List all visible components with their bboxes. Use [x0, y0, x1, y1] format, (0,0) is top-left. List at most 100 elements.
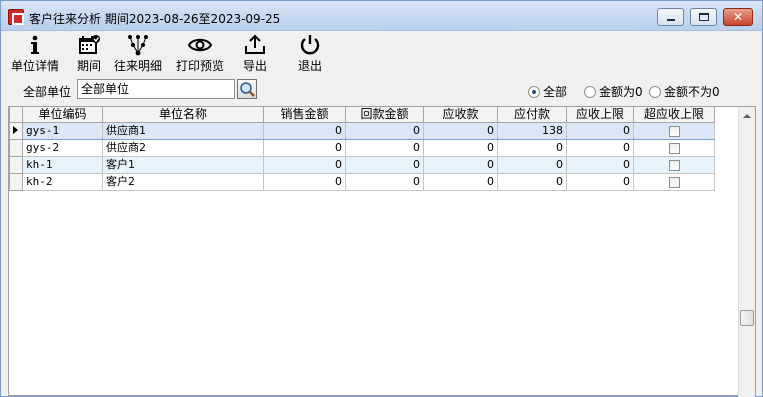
cell-sales[interactable]: 0: [263, 138, 346, 157]
table-row[interactable]: kh-1 客户1 0 0 0 0 0: [9, 155, 715, 174]
close-button[interactable]: ✕: [723, 8, 753, 26]
export-button[interactable]: 导出: [239, 32, 271, 74]
cell-limit[interactable]: 0: [566, 121, 634, 140]
cell-limit[interactable]: 0: [566, 138, 634, 157]
maximize-icon: [699, 13, 709, 21]
cell-name[interactable]: 客户1: [102, 155, 264, 174]
filter-row: 全部单位 全部单位 全部 金额为0 金额不为0: [1, 79, 762, 101]
vertical-scrollbar[interactable]: [738, 107, 755, 397]
table-row[interactable]: gys-2 供应商2 0 0 0 0 0: [9, 138, 715, 157]
cell-name[interactable]: 供应商1: [102, 121, 264, 140]
minimize-icon: [667, 19, 675, 21]
export-icon: [245, 34, 265, 54]
radio-zero-label: 金额为0: [599, 85, 643, 99]
grid-table: 单位编码 单位名称 销售金额 回款金额 应收款 应付款 应收上限 超应收上限 g…: [9, 107, 715, 191]
data-grid[interactable]: 单位编码 单位名称 销售金额 回款金额 应收款 应付款 应收上限 超应收上限 g…: [8, 106, 756, 396]
table-row[interactable]: kh-2 客户2 0 0 0 0 0: [9, 172, 715, 191]
cell-payback[interactable]: 0: [345, 155, 424, 174]
cell-name[interactable]: 客户2: [102, 172, 264, 191]
cell-limit[interactable]: 0: [566, 172, 634, 191]
maximize-button[interactable]: [690, 8, 717, 26]
row-indicator: [9, 172, 23, 191]
unit-details-label: 单位详情: [10, 59, 59, 73]
cell-code[interactable]: gys-2: [22, 138, 103, 157]
column-header[interactable]: 超应收上限: [633, 107, 715, 123]
over-limit-checkbox[interactable]: [668, 176, 680, 188]
scroll-up-icon[interactable]: [743, 114, 751, 118]
cell-payable[interactable]: 0: [497, 155, 567, 174]
cell-limit[interactable]: 0: [566, 155, 634, 174]
column-header[interactable]: 单位名称: [102, 107, 264, 123]
over-limit-checkbox[interactable]: [668, 125, 680, 137]
app-icon: [8, 9, 24, 25]
cell-code[interactable]: kh-1: [22, 155, 103, 174]
cell-code[interactable]: gys-1: [22, 121, 103, 140]
column-header[interactable]: 应收上限: [566, 107, 634, 123]
radio-nonzero-label: 金额不为0: [664, 85, 720, 99]
radio-dot-icon: [528, 86, 540, 98]
over-limit-checkbox[interactable]: [668, 159, 680, 171]
row-indicator: [9, 155, 23, 174]
cell-receivable[interactable]: 0: [423, 121, 498, 140]
column-header[interactable]: 应收款: [423, 107, 498, 123]
cell-payback[interactable]: 0: [345, 138, 424, 157]
scroll-thumb[interactable]: [740, 310, 754, 326]
minimize-button[interactable]: [657, 8, 684, 26]
info-icon: [31, 35, 39, 54]
radio-zero[interactable]: 金额为0: [584, 83, 643, 100]
cell-receivable[interactable]: 0: [423, 138, 498, 157]
cell-over-limit[interactable]: [633, 172, 715, 191]
power-icon: [300, 35, 320, 55]
exit-button[interactable]: 退出: [294, 32, 326, 74]
grid-header: 单位编码 单位名称 销售金额 回款金额 应收款 应付款 应收上限 超应收上限: [9, 107, 715, 123]
current-row-icon: [13, 126, 18, 134]
column-header[interactable]: 应付款: [497, 107, 567, 123]
radio-nonzero[interactable]: 金额不为0: [649, 83, 720, 100]
close-icon: ✕: [733, 10, 744, 24]
row-indicator: [9, 121, 23, 140]
radio-dot-icon: [584, 86, 596, 98]
window-title: 客户往来分析 期间2023-08-26至2023-09-25: [29, 12, 281, 26]
cell-receivable[interactable]: 0: [423, 172, 498, 191]
table-row[interactable]: gys-1 供应商1 0 0 0 138 0: [9, 121, 715, 140]
column-header[interactable]: 销售金额: [263, 107, 346, 123]
radio-dot-icon: [649, 86, 661, 98]
unit-details-button[interactable]: 单位详情: [9, 32, 61, 74]
row-indicator-header: [9, 107, 23, 123]
unit-filter-input[interactable]: 全部单位: [77, 79, 235, 99]
title-bar[interactable]: 客户往来分析 期间2023-08-26至2023-09-25 ✕: [1, 1, 762, 31]
cell-code[interactable]: kh-2: [22, 172, 103, 191]
cell-sales[interactable]: 0: [263, 121, 346, 140]
calendar-icon: [79, 35, 100, 54]
cell-sales[interactable]: 0: [263, 155, 346, 174]
cell-payable[interactable]: 0: [497, 172, 567, 191]
cell-receivable[interactable]: 0: [423, 155, 498, 174]
radio-all[interactable]: 全部: [528, 83, 567, 100]
cell-payback[interactable]: 0: [345, 172, 424, 191]
column-header[interactable]: 单位编码: [22, 107, 103, 123]
network-icon: [128, 35, 148, 56]
cell-payable[interactable]: 138: [497, 121, 567, 140]
export-label: 导出: [242, 59, 267, 73]
eye-icon: [187, 38, 213, 52]
search-icon: [240, 82, 255, 97]
cell-over-limit[interactable]: [633, 121, 715, 140]
column-header[interactable]: 回款金额: [345, 107, 424, 123]
cell-name[interactable]: 供应商2: [102, 138, 264, 157]
period-button[interactable]: 期间: [74, 32, 104, 74]
unit-filter-label: 全部单位: [23, 85, 72, 99]
app-window: 客户往来分析 期间2023-08-26至2023-09-25 ✕ 单位详情 期间: [0, 0, 763, 397]
transaction-details-button[interactable]: 往来明细: [106, 32, 170, 74]
print-preview-label: 打印预览: [175, 59, 224, 73]
cell-payable[interactable]: 0: [497, 138, 567, 157]
cell-sales[interactable]: 0: [263, 172, 346, 191]
cell-payback[interactable]: 0: [345, 121, 424, 140]
exit-label: 退出: [297, 59, 322, 73]
cell-over-limit[interactable]: [633, 138, 715, 157]
cell-over-limit[interactable]: [633, 155, 715, 174]
search-button[interactable]: [237, 79, 257, 99]
print-preview-button[interactable]: 打印预览: [175, 32, 225, 74]
radio-all-label: 全部: [543, 85, 568, 99]
over-limit-checkbox[interactable]: [668, 142, 680, 154]
toolbar: 单位详情 期间 往来明细 打印预览 导出 退出: [1, 32, 762, 74]
